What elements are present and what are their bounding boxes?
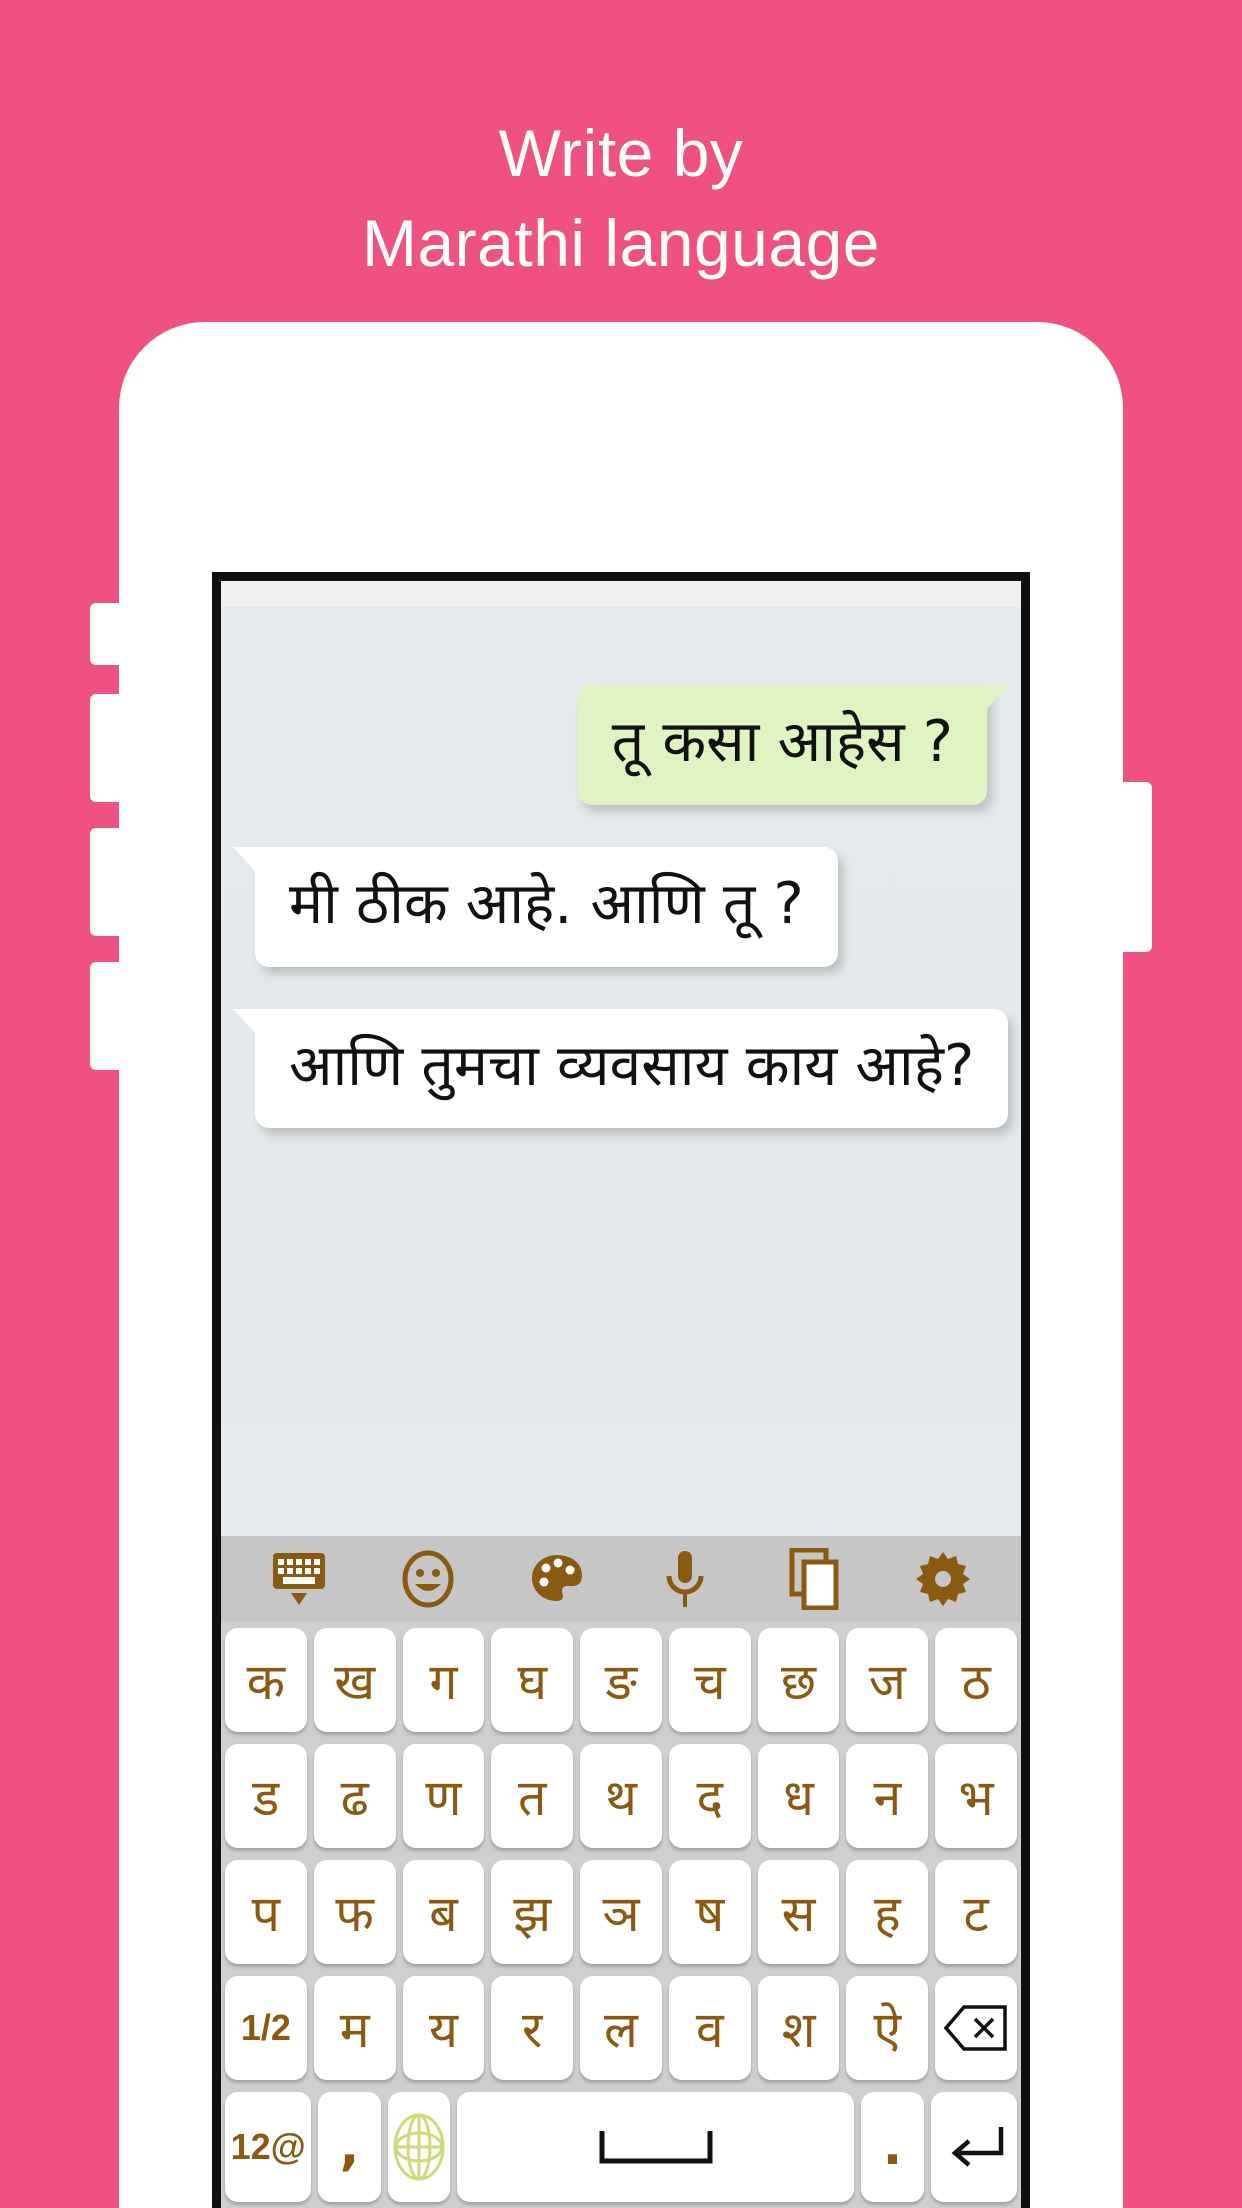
key-kha[interactable]: ख xyxy=(313,1628,396,1732)
language-globe-icon[interactable] xyxy=(387,2092,450,2202)
key-nya[interactable]: ञ xyxy=(580,1860,662,1964)
key-symbols[interactable]: 12@ xyxy=(225,2092,312,2202)
page-title-line-1: Write by xyxy=(498,116,744,190)
message-row-outgoing: तू कसा आहेस ? xyxy=(221,685,1021,805)
chat-bubble-incoming-1[interactable]: मी ठीक आहे. आणि तू ? xyxy=(233,846,838,967)
key-chha[interactable]: छ xyxy=(757,1628,840,1732)
key-ga[interactable]: ग xyxy=(402,1628,485,1732)
key-comma[interactable]: , xyxy=(318,2092,381,2202)
keyboard-row-2: ड ढ ण त थ द ध न भ xyxy=(221,1738,1021,1854)
keyboard-toolbar xyxy=(221,1536,1021,1622)
key-ha[interactable]: ह xyxy=(846,1860,929,1964)
key-da[interactable]: द xyxy=(668,1744,751,1848)
key-ja[interactable]: ज xyxy=(846,1628,929,1732)
key-pa[interactable]: प xyxy=(224,1860,307,1964)
page-title: Write by Marathi language xyxy=(0,108,1242,288)
phone-extra-button xyxy=(90,962,124,1070)
settings-gear-icon[interactable] xyxy=(905,1545,981,1613)
space-key[interactable] xyxy=(456,2092,855,2202)
phone-volume-up-button xyxy=(90,694,124,802)
phone-mockup: तू कसा आहेस ? मी ठीक आहे. आणि तू ? आणि त… xyxy=(62,322,1180,2208)
key-sha[interactable]: श xyxy=(757,1976,840,2080)
key-ra[interactable]: र xyxy=(491,1976,574,2080)
key-cha[interactable]: च xyxy=(668,1628,751,1732)
key-pha[interactable]: फ xyxy=(313,1860,396,1964)
page-title-line-2: Marathi language xyxy=(361,206,881,280)
key-ba[interactable]: ब xyxy=(402,1860,485,1964)
backspace-icon[interactable] xyxy=(935,1976,1018,2080)
key-gha[interactable]: घ xyxy=(491,1628,574,1732)
key-dha-retro[interactable]: ढ xyxy=(313,1744,396,1848)
key-page-toggle[interactable]: 1/2 xyxy=(224,1976,307,2080)
key-ssa[interactable]: ष xyxy=(668,1860,751,1964)
phone-mute-switch xyxy=(90,603,124,665)
key-nna[interactable]: ण xyxy=(402,1744,485,1848)
key-na[interactable]: न xyxy=(846,1744,929,1848)
key-nga[interactable]: ङ xyxy=(580,1628,662,1732)
chat-bubble-outgoing[interactable]: तू कसा आहेस ? xyxy=(577,685,1010,805)
key-ta-retro[interactable]: ट xyxy=(935,1860,1018,1964)
key-ta[interactable]: त xyxy=(491,1744,574,1848)
key-ya[interactable]: य xyxy=(402,1976,485,2080)
phone-screen: तू कसा आहेस ? मी ठीक आहे. आणि तू ? आणि त… xyxy=(212,572,1030,2208)
key-ma[interactable]: म xyxy=(313,1976,396,2080)
theme-palette-icon[interactable] xyxy=(519,1545,595,1613)
phone-volume-down-button xyxy=(90,828,124,936)
key-va[interactable]: व xyxy=(668,1976,751,2080)
key-bha[interactable]: भ xyxy=(935,1744,1018,1848)
key-dha[interactable]: ध xyxy=(757,1744,840,1848)
key-ai[interactable]: ऐ xyxy=(846,1976,929,2080)
hide-keyboard-icon[interactable] xyxy=(261,1545,337,1613)
chat-bubble-incoming-2[interactable]: आणि तुमचा व्यवसाय काय आहे? xyxy=(232,1008,1009,1129)
message-row-incoming-2: आणि तुमचा व्यवसाय काय आहे? xyxy=(221,1008,1021,1129)
key-jha[interactable]: झ xyxy=(491,1860,574,1964)
keyboard-row-1: क ख ग घ ङ च छ ज ठ xyxy=(221,1622,1021,1738)
chat-area: तू कसा आहेस ? मी ठीक आहे. आणि तू ? आणि त… xyxy=(221,607,1021,1427)
key-sa[interactable]: स xyxy=(757,1860,840,1964)
virtual-keyboard: क ख ग घ ङ च छ ज ठ ड ढ ण त थ द ध न भ प फ … xyxy=(221,1536,1021,2208)
key-ka[interactable]: क xyxy=(224,1628,307,1732)
keyboard-row-4: 1/2 म य र ल व श ऐ xyxy=(221,1970,1021,2086)
keyboard-row-5: 12@ , . xyxy=(221,2086,1021,2208)
key-tha[interactable]: थ xyxy=(580,1744,662,1848)
key-comma-label: , xyxy=(339,2116,360,2177)
keyboard-row-3: प फ ब झ ञ ष स ह ट xyxy=(221,1854,1021,1970)
phone-power-button xyxy=(1118,782,1152,952)
key-la[interactable]: ल xyxy=(580,1976,662,2080)
key-period[interactable]: . xyxy=(861,2092,924,2202)
key-period-label: . xyxy=(882,2116,903,2177)
microphone-icon[interactable] xyxy=(647,1545,723,1613)
status-bar xyxy=(221,581,1021,607)
key-da-retro[interactable]: ड xyxy=(224,1744,307,1848)
clipboard-icon[interactable] xyxy=(776,1545,852,1613)
enter-icon[interactable] xyxy=(930,2092,1018,2202)
emoji-icon[interactable] xyxy=(390,1545,466,1613)
message-row-incoming-1: मी ठीक आहे. आणि तू ? xyxy=(221,846,1021,967)
key-tha-retro[interactable]: ठ xyxy=(935,1628,1018,1732)
